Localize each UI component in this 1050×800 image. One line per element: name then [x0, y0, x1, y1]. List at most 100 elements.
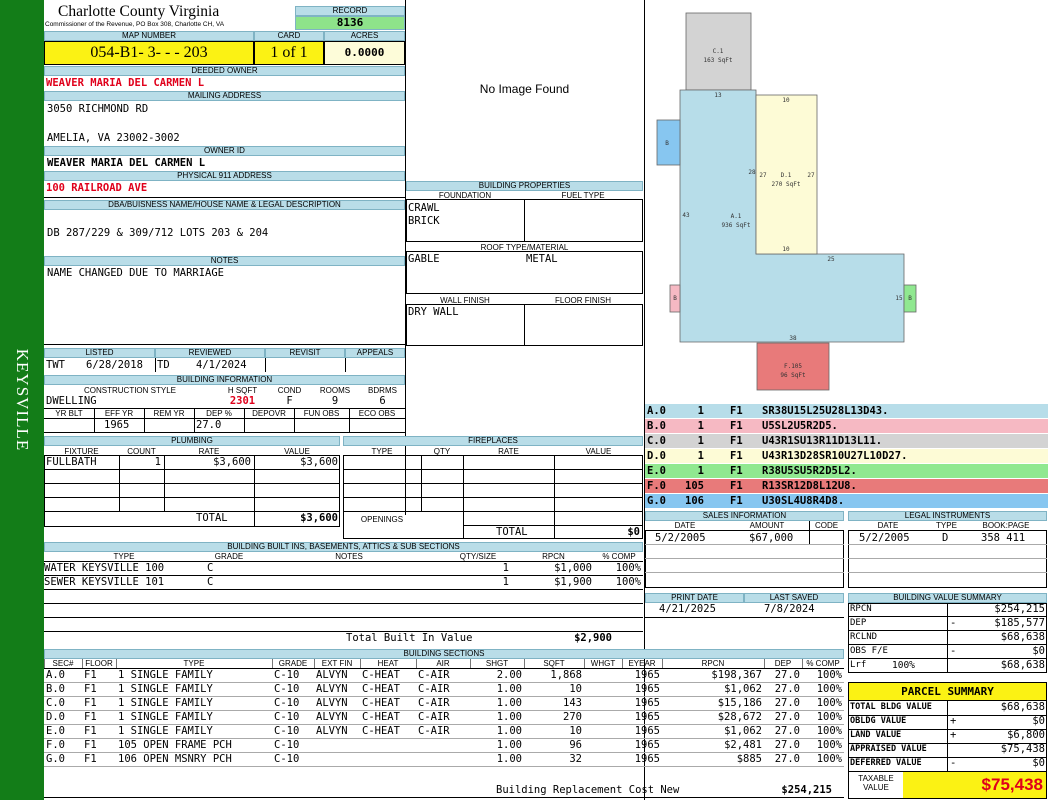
section-cell: 27.0 [774, 683, 800, 695]
built-in-total: $2,900 [574, 632, 612, 644]
parcel-value: $75,438 [1000, 743, 1045, 755]
code-row [645, 419, 1048, 433]
sections-col-divider [584, 659, 585, 668]
code-sec: F.0 [647, 480, 666, 492]
section-cell: 270 [563, 711, 582, 723]
building-sections-header: BUILDING SECTIONS [44, 649, 844, 659]
section-cell: 100% [816, 683, 842, 695]
sale-amount: $67,000 [749, 532, 794, 544]
sketch-label-d: D.1 [781, 172, 792, 179]
foundation-2: BRICK [408, 215, 440, 227]
listed-header: LISTED [44, 348, 155, 358]
plumbing-header: PLUMBING [44, 436, 340, 446]
section-cell: C.0 [46, 697, 65, 709]
section-cell: C-10 [274, 725, 300, 737]
section-cell: C-HEAT [362, 711, 400, 723]
section-cell: 1.00 [496, 697, 522, 709]
value-label: RCLND [850, 632, 878, 642]
section-cell: D.0 [46, 711, 65, 723]
deeded-owner-header: DEEDED OWNER [44, 66, 405, 76]
dim-4: 27 [759, 172, 767, 179]
builtins-col-grade: GRADE [214, 552, 244, 561]
sections-col-divider [44, 659, 45, 668]
dim-9: 15 [895, 295, 903, 302]
section-cell: 27.0 [774, 711, 800, 723]
plumbing-value: $3,600 [300, 456, 338, 468]
sections-col-header: RPCN [701, 659, 725, 668]
owner-id-header: OWNER ID [44, 146, 405, 156]
value-amount: $254,215 [994, 603, 1045, 615]
section-cell: F.0 [46, 739, 65, 751]
sections-col-header: TYPE [183, 659, 205, 668]
built-in-total-label: Total Built In Value [346, 632, 473, 644]
section-cell: C-AIR [418, 711, 450, 723]
parcel-divider [947, 729, 948, 743]
sections-col-header: HEAT [377, 659, 399, 668]
section-cell: 27.0 [774, 739, 800, 751]
section-cell: 1 SINGLE FAMILY [118, 711, 213, 723]
sketch-label-b: B [673, 295, 677, 302]
value-label: OBS F/E [850, 646, 888, 656]
parcel-divider [947, 757, 948, 771]
sales-col-code: CODE [814, 521, 839, 530]
section-cell: 10 [569, 683, 582, 695]
reviewed-by: TD [157, 359, 170, 371]
parcel-label: DEFERRED VALUE [850, 758, 922, 768]
hsqft: 2301 [229, 395, 256, 407]
dim-8: 25 [827, 256, 835, 263]
sales-header: SALES INFORMATION [645, 511, 844, 521]
section-cell: 1 SINGLE FAMILY [118, 725, 213, 737]
last-saved: 7/8/2024 [764, 603, 815, 615]
taxable-value: $75,438 [903, 772, 1046, 798]
sales-col-amount: AMOUNT [749, 521, 785, 530]
yr-blt-label: YR BLT [55, 409, 83, 418]
code-num: 106 [685, 495, 704, 507]
fireplace-total-label: TOTAL [496, 526, 528, 538]
section-cell: C-10 [274, 697, 300, 709]
legal-col-bookpage: BOOK:PAGE [982, 521, 1030, 530]
value-summary-header: BUILDING VALUE SUMMARY [848, 593, 1047, 603]
sections-col-divider [82, 659, 83, 668]
code-num: 1 [697, 405, 704, 417]
sketch-label-a: A.1 [731, 213, 742, 220]
value-label: DEP [850, 618, 867, 628]
section-cell: 1965 [634, 683, 660, 695]
dim-3: 28 [748, 169, 756, 176]
fireplaces-header: FIREPLACES [343, 436, 643, 446]
value-amount: $68,638 [1000, 631, 1045, 643]
fun-obs-label: FUN OBS [303, 409, 340, 418]
section-cell: $885 [736, 753, 762, 765]
value-amount: $0 [1032, 645, 1045, 657]
section-cell: C-HEAT [362, 683, 400, 695]
parcel-label: LAND VALUE [850, 730, 902, 740]
section-cell: 100% [816, 725, 842, 737]
deeded-owner: WEAVER MARIA DEL CARMEN L [46, 77, 205, 89]
section-cell: C-10 [274, 683, 300, 695]
parcel-label: TOTAL BLDG VALUE [850, 702, 932, 712]
legal-instruments-header: LEGAL INSTRUMENTS [848, 511, 1047, 521]
value-divider [947, 603, 948, 617]
section-cell: 96 [569, 739, 582, 751]
no-image-text: No Image Found [479, 82, 570, 96]
builtin-type-2: 101 SEWER KEYSVILLE [44, 576, 165, 588]
builtin-qty-1: 1 [502, 562, 509, 574]
section-cell: F1 [84, 711, 97, 723]
dim-2: 10 [782, 97, 790, 104]
section-cell: 100% [816, 669, 842, 681]
code-floor: F1 [730, 465, 743, 477]
record-number: 8136 [295, 16, 405, 30]
section-cell: C-HEAT [362, 669, 400, 681]
appeals-header: APPEALS [345, 348, 405, 358]
section-cell: $198,367 [711, 669, 762, 681]
reviewed-header: REVIEWED [155, 348, 265, 358]
value-divider [947, 645, 948, 659]
section-cell: C-10 [274, 669, 300, 681]
sections-col-header: SEC# [52, 659, 74, 668]
fireplace-total: $0 [627, 526, 640, 538]
sections-col-header: WHGT [590, 659, 616, 668]
built-ins-header: BUILDING BUILT INS, BASEMENTS, ATTICS & … [44, 542, 643, 552]
section-cell: C-AIR [418, 725, 450, 737]
builtins-col-type: TYPE [113, 552, 135, 561]
parcel-sign: - [950, 757, 957, 769]
section-cell: 1965 [634, 669, 660, 681]
